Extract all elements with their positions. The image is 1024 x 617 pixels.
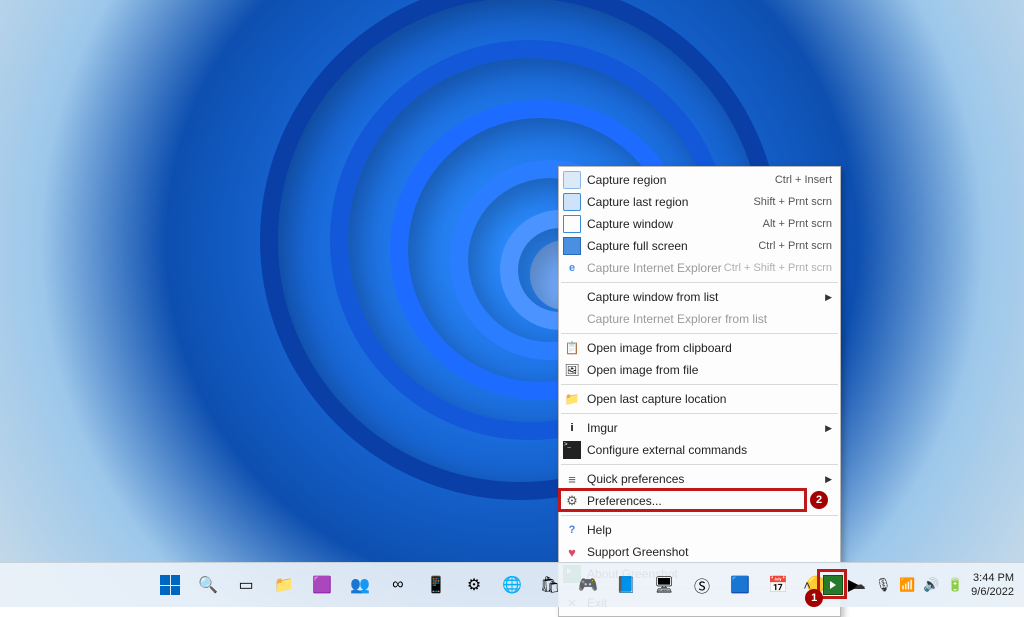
menu-capture-window[interactable]: Capture windowAlt + Prnt scrn <box>559 213 840 235</box>
menu-label: Open last capture location <box>587 392 832 406</box>
menu-separator <box>561 413 838 414</box>
taskbar: 🔍▭📁🟪👥∞📱⚙🌐🛍🎮📘🖥Ⓢ🟦📅🟡▶ ˄ ☁ 🎙 📶 🔊 🔋 3:44 PM 9… <box>0 562 1024 607</box>
menu-quick-prefs[interactable]: Quick preferences▶ <box>559 468 840 490</box>
menu-separator <box>561 384 838 385</box>
menu-label: Quick preferences <box>587 472 822 486</box>
menu-label: Open image from clipboard <box>587 341 832 355</box>
taskbar-store[interactable]: 🛍 <box>533 568 567 602</box>
menu-label: Configure external commands <box>587 443 832 457</box>
taskbar-task-view[interactable]: ▭ <box>229 568 263 602</box>
taskbar-teams-2[interactable]: 🟦 <box>723 568 757 602</box>
wifi-icon[interactable]: 📶 <box>899 577 915 593</box>
menu-support[interactable]: Support Greenshot <box>559 541 840 563</box>
menu-capture-full-screen[interactable]: Capture full screenCtrl + Prnt scrn <box>559 235 840 257</box>
taskbar-start[interactable] <box>153 568 187 602</box>
menu-label: Open image from file <box>587 363 832 377</box>
menu-capture-region[interactable]: Capture regionCtrl + Insert <box>559 169 840 191</box>
last-icon <box>563 193 581 211</box>
taskbar-teams[interactable]: 👥 <box>343 568 377 602</box>
desktop[interactable]: Capture regionCtrl + InsertCapture last … <box>0 0 1024 607</box>
menu-open-file[interactable]: Open image from file <box>559 359 840 381</box>
battery-icon[interactable]: 🔋 <box>947 577 963 593</box>
menu-capture-ie-list: Capture Internet Explorer from list <box>559 308 840 330</box>
taskbar-apps: 🔍▭📁🟪👥∞📱⚙🌐🛍🎮📘🖥Ⓢ🟦📅🟡▶ <box>153 568 871 602</box>
menu-label: Capture region <box>587 173 775 187</box>
taskbar-search[interactable]: 🔍 <box>191 568 225 602</box>
submenu-arrow-icon: ▶ <box>822 423 832 434</box>
help-icon <box>563 521 581 539</box>
submenu-arrow-icon: ▶ <box>822 474 832 485</box>
imgur-icon: i <box>563 419 581 437</box>
annotation-marker-2: 2 <box>810 491 828 509</box>
menu-label: Help <box>587 523 832 537</box>
menu-shortcut: Ctrl + Prnt scrn <box>758 240 832 252</box>
windows-logo-icon <box>160 575 180 595</box>
ie-icon: e <box>563 259 581 277</box>
menu-open-clipboard[interactable]: Open image from clipboard <box>559 337 840 359</box>
taskbar-app-dark[interactable]: 🟪 <box>305 568 339 602</box>
taskbar-file-explorer[interactable]: 📁 <box>267 568 301 602</box>
img-icon <box>563 361 581 379</box>
taskbar-word[interactable]: 📘 <box>609 568 643 602</box>
folder-icon <box>563 390 581 408</box>
taskbar-calendar[interactable]: 📅 <box>761 568 795 602</box>
win-icon <box>563 215 581 233</box>
menu-configure-cmds[interactable]: Configure external commands <box>559 439 840 461</box>
taskbar-phone[interactable]: 📱 <box>419 568 453 602</box>
blank-icon <box>563 310 581 328</box>
taskbar-visual-studio[interactable]: ∞ <box>381 568 415 602</box>
submenu-arrow-icon: ▶ <box>822 292 832 303</box>
menu-capture-ie: e Capture Internet ExplorerCtrl + Shift +… <box>559 257 840 279</box>
menu-capture-last-region[interactable]: Capture last regionShift + Prnt scrn <box>559 191 840 213</box>
microphone-icon[interactable]: 🎙 <box>875 577 891 593</box>
taskbar-settings[interactable]: ⚙ <box>457 568 491 602</box>
taskbar-remote-desktop[interactable]: 🖥 <box>647 568 681 602</box>
menu-help[interactable]: Help <box>559 519 840 541</box>
menu-separator <box>561 515 838 516</box>
menu-label: Imgur <box>587 421 822 435</box>
menu-separator <box>561 282 838 283</box>
menu-label: Capture window from list <box>587 290 822 304</box>
greenshot-context-menu: Capture regionCtrl + InsertCapture last … <box>558 166 841 617</box>
menu-label: Capture Internet Explorer <box>587 261 724 275</box>
menu-label: Capture last region <box>587 195 753 209</box>
menu-label: Capture Internet Explorer from list <box>587 312 832 326</box>
menu-shortcut: Ctrl + Insert <box>775 174 832 186</box>
clock-date: 9/6/2022 <box>971 585 1014 599</box>
list-icon <box>563 470 581 488</box>
menu-label: Capture full screen <box>587 239 758 253</box>
volume-icon[interactable]: 🔊 <box>923 577 939 593</box>
menu-imgur[interactable]: i Imgur▶ <box>559 417 840 439</box>
clip-icon <box>563 339 581 357</box>
menu-shortcut: Alt + Prnt scrn <box>763 218 832 230</box>
menu-label: Support Greenshot <box>587 545 832 559</box>
cfg-icon <box>563 441 581 459</box>
menu-shortcut: Shift + Prnt scrn <box>753 196 832 208</box>
clock-time: 3:44 PM <box>971 571 1014 585</box>
taskbar-xbox[interactable]: 🎮 <box>571 568 605 602</box>
taskbar-skype[interactable]: Ⓢ <box>685 568 719 602</box>
menu-shortcut: Ctrl + Shift + Prnt scrn <box>724 262 832 274</box>
heart-icon <box>563 543 581 561</box>
annotation-box-preferences <box>558 488 807 512</box>
menu-open-last-location[interactable]: Open last capture location <box>559 388 840 410</box>
menu-capture-window-list[interactable]: Capture window from list▶ <box>559 286 840 308</box>
onedrive-icon[interactable]: ☁ <box>851 577 867 593</box>
menu-separator <box>561 464 838 465</box>
menu-separator <box>561 333 838 334</box>
region-icon <box>563 171 581 189</box>
taskbar-edge[interactable]: 🌐 <box>495 568 529 602</box>
clock[interactable]: 3:44 PM 9/6/2022 <box>971 571 1018 599</box>
menu-label: Capture window <box>587 217 763 231</box>
full-icon <box>563 237 581 255</box>
blank-icon <box>563 288 581 306</box>
